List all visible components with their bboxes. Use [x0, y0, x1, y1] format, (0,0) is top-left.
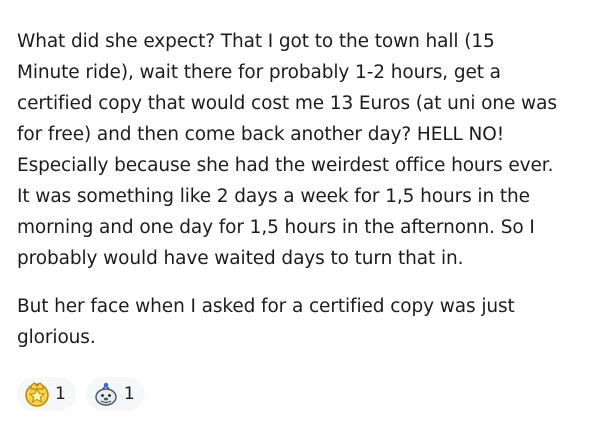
awards-bar: 1 1: [17, 377, 145, 411]
award-count: 1: [55, 383, 66, 404]
gold-award-icon: [25, 382, 49, 407]
award-count: 1: [123, 383, 135, 404]
wholesome-seal-icon: [95, 382, 117, 406]
award-gold[interactable]: 1: [17, 377, 76, 411]
comment-paragraph: What did she expect? That I got to the t…: [17, 31, 557, 269]
comment-paragraph: But her face when I asked for a certifie…: [17, 296, 515, 348]
comment-body: What did she expect? That I got to the t…: [17, 26, 592, 353]
award-wholesome[interactable]: 1: [85, 377, 145, 411]
